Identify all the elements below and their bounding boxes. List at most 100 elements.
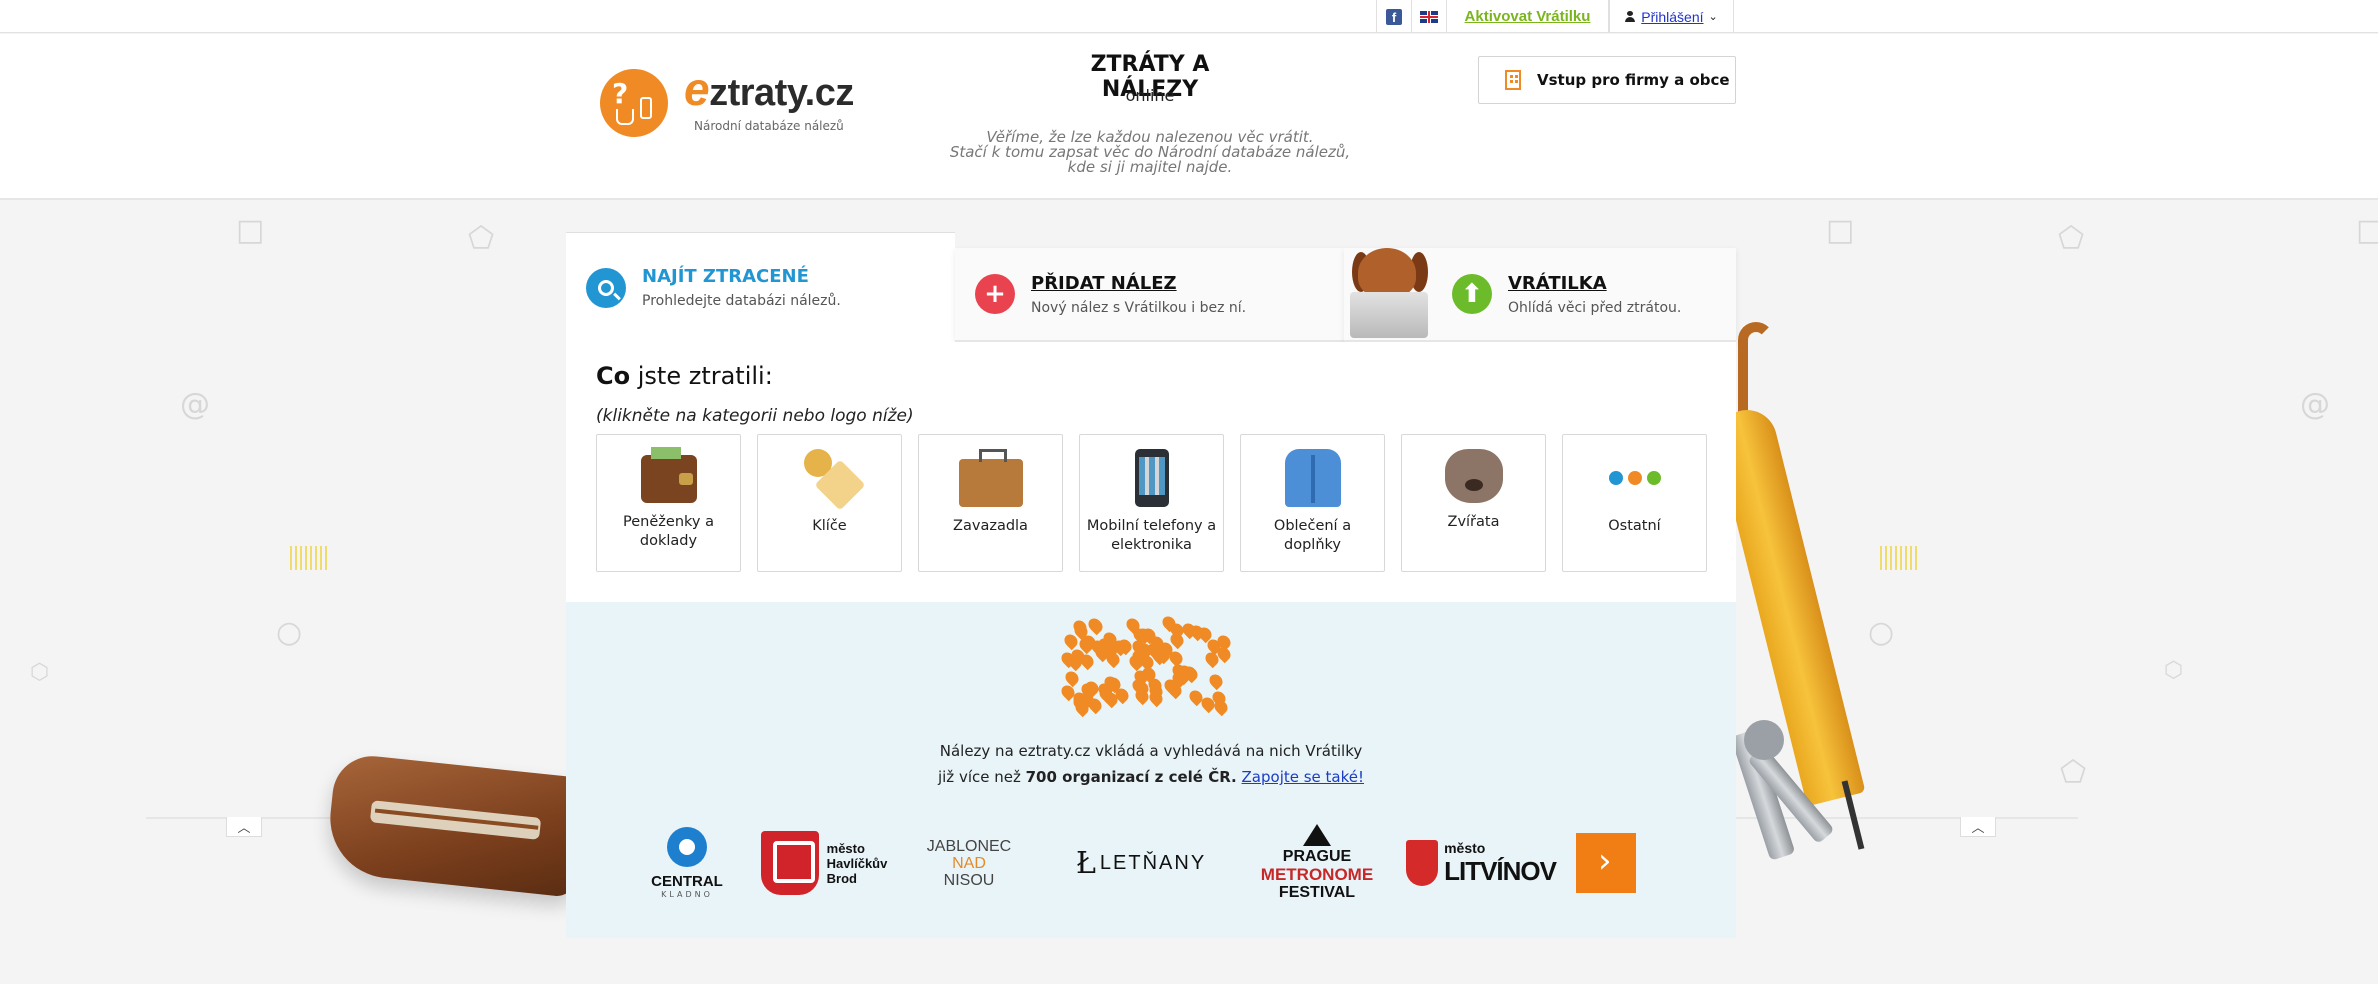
wallet-icon bbox=[640, 447, 697, 503]
category-label: Oblečení a doplňky bbox=[1273, 518, 1352, 553]
partner-name: LITVÍNOV bbox=[1444, 855, 1557, 886]
dog-with-laptop-illustration bbox=[1344, 248, 1436, 342]
category-phones[interactable]: Mobilní telefony a elektronika bbox=[1079, 434, 1224, 572]
category-label: Zvířata bbox=[1447, 514, 1500, 530]
tab-vratilka-subtitle: Ohlídá věci před ztrátou. bbox=[1508, 299, 1682, 316]
top-utility-bar: f Aktivovat Vrátilku Přihlášení ⌄ bbox=[0, 0, 2378, 33]
logo-subtitle: Národní databáze nálezů bbox=[694, 119, 844, 133]
tab-find-lost-subtitle: Prohledejte databázi nálezů. bbox=[642, 293, 841, 309]
partner-litvinov[interactable]: město LITVÍNOV bbox=[1406, 818, 1557, 908]
category-keys[interactable]: Klíče bbox=[757, 434, 902, 572]
czech-map-pins-icon bbox=[1058, 613, 1237, 718]
partner-subname: město bbox=[1444, 839, 1486, 856]
central-logo-icon bbox=[667, 827, 707, 867]
firms-login-button[interactable]: Vstup pro firmy a obce bbox=[1478, 56, 1736, 104]
site-header: ? eztraty.cz Národní databáze nálezů ZTR… bbox=[0, 34, 2378, 200]
bg-circle-icon: ○ bbox=[1868, 615, 1895, 650]
arrow-up-icon: ⬆ bbox=[1452, 274, 1492, 314]
orange-logo-icon bbox=[1576, 833, 1636, 893]
logo-wordmark[interactable]: eztraty.cz bbox=[684, 62, 854, 116]
building-icon bbox=[1505, 70, 1521, 90]
partner-name: FESTIVAL bbox=[1278, 884, 1356, 901]
partner-central-kladno[interactable]: CENTRAL KLADNO bbox=[642, 818, 732, 908]
chevron-down-icon: ⌄ bbox=[1708, 10, 1718, 23]
keys-illustration bbox=[1730, 720, 1835, 870]
logo-icon[interactable]: ? bbox=[600, 69, 668, 137]
partner-name: PRAGUE bbox=[1282, 848, 1352, 865]
bg-stripes-decoration bbox=[1880, 546, 1920, 570]
site-title-online: online bbox=[1125, 86, 1175, 105]
tab-add-find-subtitle: Nový nález s Vrátilkou i bez ní. bbox=[1031, 299, 1247, 316]
partner-letnany[interactable]: Ł LETŇANY bbox=[1066, 818, 1216, 908]
language-switch-english[interactable] bbox=[1411, 0, 1446, 33]
category-list: Peněženky a doklady Klíče Zavazadla Mobi… bbox=[596, 434, 1707, 572]
category-other[interactable]: Ostatní bbox=[1562, 434, 1707, 572]
bg-circle-icon: ○ bbox=[276, 615, 303, 650]
activate-vratilka-link[interactable]: Aktivovat Vrátilku bbox=[1465, 8, 1591, 25]
category-animals[interactable]: Zvířata bbox=[1401, 434, 1546, 572]
category-label: Klíče bbox=[812, 518, 847, 534]
search-panel: Co jste ztratili: (klikněte na kategorii… bbox=[566, 342, 1736, 602]
umbrella-handle-illustration bbox=[1738, 322, 1774, 412]
bg-hexagon-icon: ⬡ bbox=[2164, 658, 2184, 683]
category-clothing[interactable]: Oblečení a doplňky bbox=[1240, 434, 1385, 572]
scroll-up-right-button[interactable]: ︿ bbox=[1960, 817, 1996, 837]
bg-hexagon-icon: ⬡ bbox=[30, 660, 50, 685]
scroll-up-left-button[interactable]: ︿ bbox=[226, 817, 262, 837]
phone-icon bbox=[1134, 449, 1169, 507]
user-icon bbox=[1625, 11, 1636, 22]
slogan: Věříme, že lze každou nalezenou věc vrát… bbox=[949, 128, 1351, 176]
main-card: NAJÍT ZTRACENÉ Prohledejte databázi nále… bbox=[566, 232, 1736, 938]
question-hint: (klikněte na kategorii nebo logo níže) bbox=[596, 406, 914, 426]
tab-add-find[interactable]: + PŘIDAT NÁLEZ Nový nález s Vrátilkou i … bbox=[955, 248, 1344, 342]
question-heading: Co jste ztratili: bbox=[596, 362, 773, 390]
bg-pentagon-icon: ⬠ bbox=[2060, 755, 2087, 790]
letnany-logo-icon: Ł bbox=[1075, 845, 1096, 881]
bg-pentagon-icon: ⬠ bbox=[2058, 221, 2085, 256]
chevron-up-icon: ︿ bbox=[1971, 821, 1985, 836]
tab-add-find-title: PŘIDAT NÁLEZ bbox=[1031, 272, 1177, 294]
partner-logos: CENTRAL KLADNO město Havlíčkův Brod JABLON… bbox=[566, 818, 1736, 908]
partner-name: METRONOME bbox=[1260, 865, 1374, 884]
uk-flag-icon bbox=[1420, 10, 1438, 23]
join-us-link[interactable]: Zapojte se také! bbox=[1242, 768, 1365, 786]
facebook-link[interactable]: f bbox=[1376, 0, 1411, 33]
partner-jablonec[interactable]: JABLONEC NAD NISOU bbox=[914, 818, 1024, 908]
firms-login-label: Vstup pro firmy a obce bbox=[1537, 71, 1730, 89]
bg-spiral-icon: @ bbox=[2300, 387, 2330, 422]
category-label: Ostatní bbox=[1608, 518, 1661, 534]
partner-name: LETŇANY bbox=[1099, 851, 1207, 874]
category-label: Zavazadla bbox=[953, 518, 1028, 534]
organizations-section: Nálezy na eztraty.cz vkládá a vyhledává … bbox=[566, 602, 1736, 938]
dots-icon bbox=[1605, 449, 1665, 507]
bg-pentagon-icon: ⬠ bbox=[468, 221, 495, 256]
chevron-up-icon: ︿ bbox=[237, 821, 251, 836]
organizations-info-line2: již více než 700 organizací z celé ČR. Z… bbox=[937, 768, 1365, 786]
login-menu[interactable]: Přihlášení ⌄ bbox=[1609, 0, 1734, 33]
city-crest-icon bbox=[1406, 840, 1439, 886]
login-link[interactable]: Přihlášení bbox=[1641, 9, 1703, 25]
city-crest-icon bbox=[760, 831, 819, 895]
wallet-illustration bbox=[324, 752, 586, 898]
activate-vratilka-cell: Aktivovat Vrátilku bbox=[1446, 0, 1609, 33]
category-wallets[interactable]: Peněženky a doklady bbox=[596, 434, 741, 572]
organizations-info-line1: Nálezy na eztraty.cz vkládá a vyhledává … bbox=[939, 742, 1363, 760]
search-icon bbox=[586, 267, 626, 308]
category-luggage[interactable]: Zavazadla bbox=[918, 434, 1063, 572]
suitcase-icon bbox=[958, 449, 1023, 507]
metronome-icon bbox=[1303, 824, 1331, 846]
jacket-icon bbox=[1284, 449, 1341, 507]
partner-havlickuv-brod[interactable]: město Havlíčkův Brod bbox=[754, 818, 894, 908]
keys-icon bbox=[802, 449, 858, 507]
bg-spiral-icon: @ bbox=[180, 387, 210, 422]
partner-prague-metronome[interactable]: PRAGUE METRONOME FESTIVAL bbox=[1252, 818, 1382, 908]
bg-stripes-decoration bbox=[290, 546, 330, 570]
bg-square-icon: □ bbox=[2356, 213, 2378, 248]
partner-name: JABLONEC NAD NISOU bbox=[926, 837, 1012, 889]
tab-find-lost[interactable]: NAJÍT ZTRACENÉ Prohledejte databázi nále… bbox=[566, 232, 955, 342]
partner-orange-logo[interactable] bbox=[1576, 818, 1636, 908]
partner-name: CENTRAL bbox=[651, 873, 723, 890]
partner-subname: KLADNO bbox=[661, 890, 713, 899]
category-label: Peněženky a doklady bbox=[623, 514, 714, 549]
facebook-icon: f bbox=[1386, 8, 1402, 25]
